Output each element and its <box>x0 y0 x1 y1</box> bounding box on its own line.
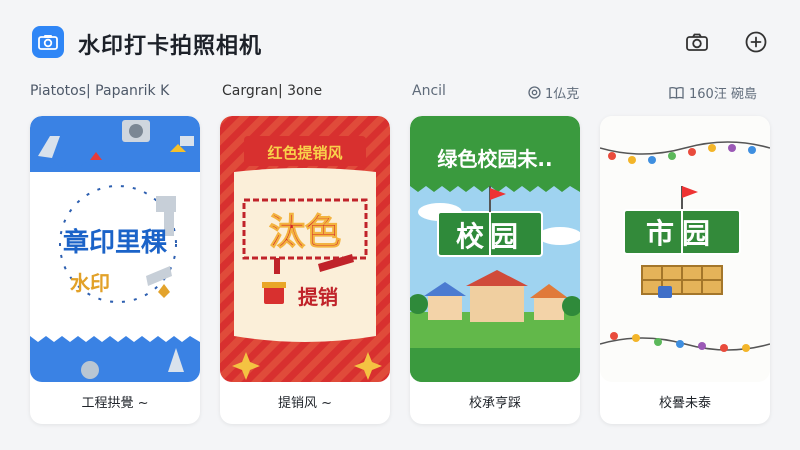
tab-5-label: 160汪 碗島 <box>689 87 757 102</box>
poster-banner: 红色提销风 <box>267 144 342 162</box>
add-button[interactable] <box>741 27 771 57</box>
camera-button[interactable] <box>682 27 712 57</box>
template-thumbnail: 绿色校园未.. 校园 <box>410 116 580 382</box>
poster-title: 章印里稞 <box>63 227 168 258</box>
app-title: 水印打卡拍照相机 <box>78 34 263 59</box>
tab-2[interactable]: Cargran| 3one <box>222 83 322 99</box>
app-header: 水印打卡拍照相机 <box>0 0 800 76</box>
poster-banner: 绿色校园未.. <box>437 147 552 171</box>
tab-5[interactable]: 160汪 碗島 <box>669 83 757 102</box>
book-icon <box>669 86 684 99</box>
camera-icon <box>686 33 708 51</box>
poster-title: 汰色 <box>269 212 341 253</box>
card-label: 校謈未泰 <box>658 396 711 411</box>
poster-title: 市园 <box>646 217 718 250</box>
tab-4-label: 1仏克 <box>545 87 580 102</box>
template-thumbnail: 市园 <box>600 116 770 382</box>
tab-3[interactable]: Ancil <box>412 83 446 99</box>
poster-title: 校园 <box>456 220 524 253</box>
card-label: 校承亨踩 <box>468 396 521 411</box>
template-card-campus-lights[interactable]: 市园 校謈未泰 <box>600 116 770 424</box>
plus-circle-icon <box>745 31 767 53</box>
tab-1[interactable]: Piatotos| Papanrik K <box>30 83 169 99</box>
template-thumbnail: 红色提销风 汰色 提销 <box>220 116 390 382</box>
template-card-green-campus[interactable]: 绿色校园未.. 校园 校承亨踩 <box>410 116 580 424</box>
template-card-engineering[interactable]: 章印里稞 水印 工程拱覺 ~ <box>30 116 200 424</box>
poster-subtitle: 水印 <box>70 271 110 295</box>
template-card-red-promo[interactable]: 红色提销风 汰色 提销 提销风 ~ <box>220 116 390 424</box>
card-label: 工程拱覺 ~ <box>81 396 149 411</box>
poster-subtitle: 提销 <box>298 285 338 309</box>
tab-4[interactable]: 1仏克 <box>528 83 579 102</box>
camera-icon <box>32 26 64 58</box>
target-icon <box>528 86 541 99</box>
template-thumbnail: 章印里稞 水印 <box>30 116 200 382</box>
card-label: 提销风 ~ <box>277 396 333 411</box>
